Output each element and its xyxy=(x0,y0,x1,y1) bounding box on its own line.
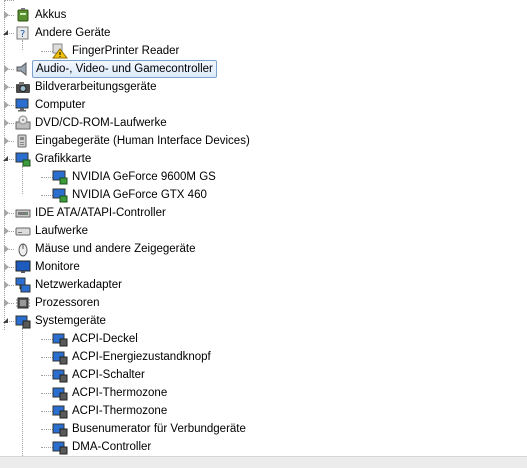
tree-item-label[interactable]: ACPI-Energiezustandknopf xyxy=(69,349,214,365)
tree-device[interactable]: ACPI-Deckel xyxy=(0,330,527,348)
disk-drive-icon xyxy=(15,223,31,239)
tree-device[interactable]: Busenumerator für Verbundgeräte xyxy=(0,420,527,438)
tree-category[interactable]: ? Andere Geräte xyxy=(0,24,527,42)
tree-item-label[interactable]: Mäuse und andere Zeigegeräte xyxy=(32,241,198,257)
svg-text:?: ? xyxy=(20,29,25,40)
tree-device[interactable]: DMA-Controller xyxy=(0,438,527,456)
tree-device[interactable]: ACPI-Thermozone xyxy=(0,402,527,420)
device-manager-tree[interactable]: Akkus? Andere Geräte FingerPrinter Reader A… xyxy=(0,0,527,456)
speaker-icon xyxy=(15,61,31,77)
tree-item-label[interactable]: Systemgeräte xyxy=(32,313,109,329)
expand-arrow-icon[interactable] xyxy=(4,137,9,145)
expand-arrow-icon[interactable] xyxy=(4,65,9,73)
tree-item-label[interactable]: Grafikkarte xyxy=(32,151,94,167)
system-device-icon xyxy=(52,403,68,419)
tree-device[interactable]: ACPI-Energiezustandknopf xyxy=(0,348,527,366)
tree-item-label[interactable]: Audio-, Video- und Gamecontroller xyxy=(32,60,217,78)
mouse-icon xyxy=(15,241,31,257)
tree-item-label[interactable]: Eingabegeräte (Human Interface Devices) xyxy=(32,133,253,149)
collapse-arrow-icon[interactable] xyxy=(3,30,8,35)
tree-category[interactable]: Laufwerke xyxy=(0,222,527,240)
system-device-icon xyxy=(52,331,68,347)
tree-item-label[interactable]: Prozessoren xyxy=(32,295,103,311)
tree-device[interactable]: NVIDIA GeForce GTX 460 xyxy=(0,186,527,204)
tree-item-label[interactable]: Computer xyxy=(32,97,89,113)
tree-item-label[interactable]: NVIDIA GeForce GTX 460 xyxy=(69,187,210,203)
tree-category[interactable]: DVD/CD-ROM-Laufwerke xyxy=(0,114,527,132)
collapse-arrow-icon[interactable] xyxy=(3,318,8,323)
display-adapter-icon xyxy=(52,187,68,203)
tree-category[interactable]: Netzwerkadapter xyxy=(0,276,527,294)
expand-arrow-icon[interactable] xyxy=(4,227,9,235)
tree-device[interactable]: ACPI-Schalter xyxy=(0,366,527,384)
tree-category[interactable]: Eingabegeräte (Human Interface Devices) xyxy=(0,132,527,150)
processor-icon xyxy=(15,295,31,311)
tree-category[interactable]: Bildverarbeitungsgeräte xyxy=(0,78,527,96)
ide-controller-icon xyxy=(15,205,31,221)
display-adapter-icon xyxy=(52,169,68,185)
tree-device[interactable]: ACPI-Thermozone xyxy=(0,384,527,402)
expand-arrow-icon[interactable] xyxy=(4,11,9,19)
unknown-device-icon: ? xyxy=(15,25,31,41)
tree-category[interactable]: Computer xyxy=(0,96,527,114)
tree-item-label[interactable]: DMA-Controller xyxy=(69,439,154,455)
tree-item-label[interactable]: ACPI-Schalter xyxy=(69,367,148,383)
camera-icon xyxy=(15,79,31,95)
display-adapter-icon xyxy=(15,151,31,167)
tree-item-label[interactable]: Laufwerke xyxy=(32,223,91,239)
tree-category[interactable]: Monitore xyxy=(0,258,527,276)
tree-item-label[interactable]: Akkus xyxy=(32,7,69,23)
computer-icon xyxy=(15,97,31,113)
tree-item-label[interactable]: Bildverarbeitungsgeräte xyxy=(32,79,159,95)
tree-item-label[interactable]: ACPI-Thermozone xyxy=(69,403,170,419)
expand-arrow-icon[interactable] xyxy=(4,101,9,109)
tree-device[interactable]: FingerPrinter Reader xyxy=(0,42,527,60)
hid-icon xyxy=(15,133,31,149)
tree-item-label[interactable]: ACPI-Deckel xyxy=(69,331,141,347)
expand-arrow-icon[interactable] xyxy=(4,281,9,289)
tree-category[interactable]: Akkus xyxy=(0,6,527,24)
system-device-icon xyxy=(52,367,68,383)
tree-item-label[interactable]: Andere Geräte xyxy=(32,25,113,41)
tree-item-label[interactable]: Netzwerkadapter xyxy=(32,277,125,293)
tree-device[interactable]: NVIDIA GeForce 9600M GS xyxy=(0,168,527,186)
system-device-icon xyxy=(52,349,68,365)
network-adapter-icon xyxy=(15,277,31,293)
expand-arrow-icon[interactable] xyxy=(4,245,9,253)
tree-category[interactable]: Prozessoren xyxy=(0,294,527,312)
expand-arrow-icon[interactable] xyxy=(4,299,9,307)
tree-category[interactable]: Audio-, Video- und Gamecontroller xyxy=(0,60,527,78)
expand-arrow-icon[interactable] xyxy=(4,263,9,271)
tree-item-label[interactable]: ACPI-Thermozone xyxy=(69,385,170,401)
collapse-arrow-icon[interactable] xyxy=(3,156,8,161)
expand-arrow-icon[interactable] xyxy=(4,119,9,127)
tree-item-label[interactable]: IDE ATA/ATAPI-Controller xyxy=(32,205,169,221)
system-device-icon xyxy=(52,421,68,437)
system-device-icon xyxy=(52,439,68,455)
battery-icon xyxy=(15,7,31,23)
tree-item-label[interactable]: Busenumerator für Verbundgeräte xyxy=(69,421,249,437)
system-device-icon xyxy=(52,385,68,401)
tree-category[interactable]: IDE ATA/ATAPI-Controller xyxy=(0,204,527,222)
cdrom-icon xyxy=(15,115,31,131)
tree-category[interactable]: Systemgeräte xyxy=(0,312,527,330)
tree-category[interactable]: Grafikkarte xyxy=(0,150,527,168)
system-device-icon xyxy=(15,313,31,329)
tree-connector-top xyxy=(4,0,14,1)
tree-item-label[interactable]: FingerPrinter Reader xyxy=(69,43,182,59)
tree-item-label[interactable]: NVIDIA GeForce 9600M GS xyxy=(69,169,219,185)
tree-item-label[interactable]: Monitore xyxy=(32,259,83,275)
monitor-icon xyxy=(15,259,31,275)
tree-category[interactable]: Mäuse und andere Zeigegeräte xyxy=(0,240,527,258)
horizontal-scrollbar[interactable] xyxy=(0,456,527,468)
expand-arrow-icon[interactable] xyxy=(4,83,9,91)
expand-arrow-icon[interactable] xyxy=(4,209,9,217)
warning-device-icon xyxy=(51,43,69,59)
tree-item-label[interactable]: DVD/CD-ROM-Laufwerke xyxy=(32,115,170,131)
